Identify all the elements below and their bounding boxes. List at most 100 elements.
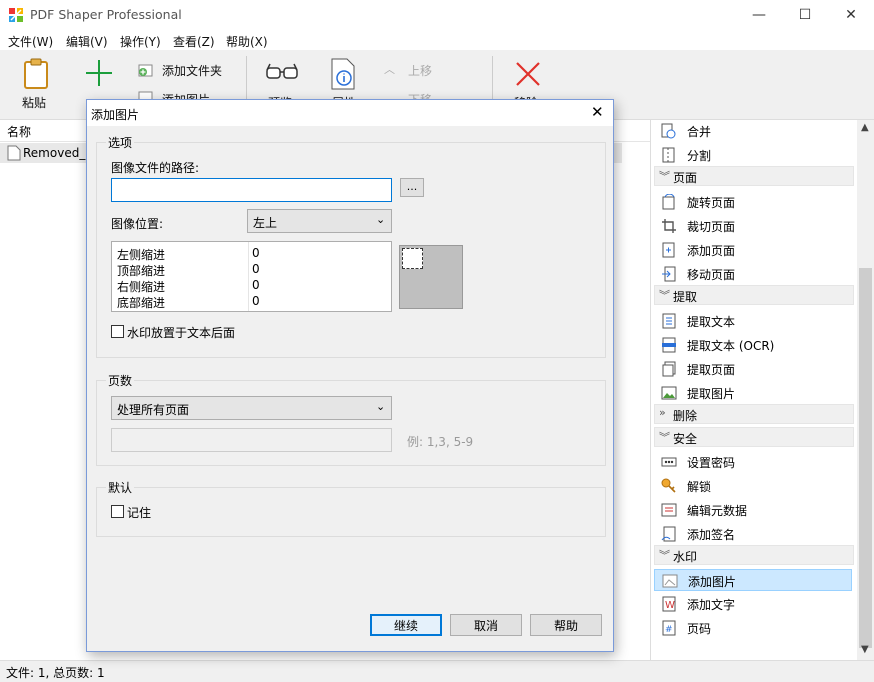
op-add-signature[interactable]: 添加签名: [651, 523, 856, 545]
op-move-page[interactable]: 移动页面: [651, 263, 856, 285]
watermark-image-icon: [662, 573, 678, 589]
remove-button[interactable]: 移除: [508, 58, 548, 100]
menu-help[interactable]: 帮助(X): [226, 33, 268, 50]
ocr-icon: [661, 337, 677, 353]
signature-icon: [661, 526, 677, 542]
op-merge[interactable]: 合并: [651, 120, 856, 142]
group-delete[interactable]: » 删除: [654, 404, 854, 424]
clipboard-icon: [22, 58, 50, 90]
image-path-input[interactable]: [111, 178, 392, 202]
continue-button[interactable]: 继续: [370, 614, 442, 636]
preview-button[interactable]: 预览: [262, 58, 302, 100]
page-range-example: 例: 1,3, 5-9: [407, 433, 473, 450]
scroll-down-icon[interactable]: ▼: [861, 644, 869, 655]
group-pages[interactable]: ︾ 页面: [654, 166, 854, 186]
defaults-group-title: 默认: [106, 479, 134, 496]
add-folder-button[interactable]: 添加文件夹: [138, 60, 234, 80]
behind-text-label: 水印放置于文本后面: [127, 324, 235, 341]
page-number-icon: #: [661, 620, 677, 636]
document-info-icon: [330, 58, 356, 90]
chevron-down-icon: ⌄: [376, 400, 385, 413]
properties-button[interactable]: 属性: [324, 56, 364, 100]
position-select[interactable]: 左上 ⌄: [247, 209, 392, 233]
move-up-button[interactable]: ︿ 上移: [384, 60, 444, 80]
margin-top-label: 顶部缩进: [117, 262, 165, 279]
menu-action[interactable]: 操作(Y): [120, 33, 161, 50]
operations-panel: 合并 分割 ︾ 页面 旋转页面 裁切页面 添加页面 移动页面 ︾ 提取 提取文本…: [650, 120, 857, 660]
op-watermark-text[interactable]: W 添加文字: [651, 593, 856, 615]
svg-text:W: W: [665, 600, 675, 611]
op-extract-page[interactable]: 提取页面: [651, 358, 856, 380]
behind-text-checkbox[interactable]: [111, 325, 124, 338]
margin-right-label: 右侧缩进: [117, 278, 165, 295]
op-extract-image[interactable]: 提取图片: [651, 382, 856, 404]
margin-bottom-value[interactable]: 0: [252, 294, 260, 308]
chevron-collapse-icon: ︾: [659, 287, 670, 303]
pages-group-title: 页数: [106, 372, 134, 389]
app-title: PDF Shaper Professional: [30, 7, 182, 22]
chevron-collapse-icon: ︾: [659, 429, 670, 445]
dialog-title-bar: 添加图片 ✕: [87, 100, 613, 126]
group-extract[interactable]: ︾ 提取: [654, 285, 854, 305]
op-rotate-page[interactable]: 旋转页面: [651, 191, 856, 213]
chevron-collapse-icon: ︾: [659, 168, 670, 184]
menu-file[interactable]: 文件(W): [8, 33, 53, 50]
op-add-page[interactable]: 添加页面: [651, 239, 856, 261]
app-logo-icon: [8, 7, 24, 23]
chevron-collapse-icon: ︾: [659, 547, 670, 563]
page-range-input[interactable]: [111, 428, 392, 452]
split-icon: [661, 147, 677, 163]
minimize-button[interactable]: —: [736, 0, 782, 30]
add-image-dialog: 添加图片 ✕ 选项 图像文件的路径: ... 图像位置: 左上 ⌄ 左侧缩进 0…: [86, 99, 614, 652]
column-name-header[interactable]: 名称: [7, 123, 31, 140]
op-unlock[interactable]: 解锁: [651, 475, 856, 497]
folder-plus-icon: [138, 62, 154, 78]
status-text: 文件: 1, 总页数: 1: [6, 664, 105, 681]
glasses-icon: [266, 62, 298, 84]
cancel-button[interactable]: 取消: [450, 614, 522, 636]
maximize-button[interactable]: ☐: [782, 0, 828, 30]
crop-page-icon: [661, 218, 677, 234]
password-icon: [661, 454, 677, 470]
chevron-up-icon: ︿: [384, 61, 395, 77]
key-icon: [661, 478, 677, 494]
remember-checkbox[interactable]: [111, 505, 124, 518]
op-set-password[interactable]: 设置密码: [651, 451, 856, 473]
op-split[interactable]: 分割: [651, 144, 856, 166]
group-security[interactable]: ︾ 安全: [654, 427, 854, 447]
move-page-icon: [661, 266, 677, 282]
margin-right-value[interactable]: 0: [252, 278, 260, 292]
menu-edit[interactable]: 编辑(V): [66, 33, 108, 50]
side-panel-scrollbar[interactable]: ▲ ▼: [857, 120, 874, 660]
scroll-up-icon[interactable]: ▲: [861, 122, 869, 133]
file-name: Removed_2: [23, 146, 93, 160]
red-x-icon: [514, 60, 542, 88]
paste-button[interactable]: 粘贴: [14, 56, 58, 112]
op-extract-text[interactable]: 提取文本: [651, 310, 856, 332]
image-path-label: 图像文件的路径:: [111, 159, 199, 176]
scrollbar-thumb[interactable]: [859, 268, 872, 648]
extract-image-icon: [661, 385, 677, 401]
group-watermark[interactable]: ︾ 水印: [654, 545, 854, 565]
margin-top-value[interactable]: 0: [252, 262, 260, 276]
op-crop-page[interactable]: 裁切页面: [651, 215, 856, 237]
margin-left-value[interactable]: 0: [252, 246, 260, 260]
margins-grid[interactable]: 左侧缩进 0 顶部缩进 0 右侧缩进 0 底部缩进 0: [111, 241, 392, 312]
op-extract-ocr[interactable]: 提取文本 (OCR): [651, 334, 856, 356]
op-page-number[interactable]: # 页码: [651, 617, 856, 639]
op-edit-metadata[interactable]: 编辑元数据: [651, 499, 856, 521]
pages-group: [96, 380, 606, 466]
extract-page-icon: [661, 361, 677, 377]
browse-button[interactable]: ...: [400, 178, 424, 197]
status-bar: 文件: 1, 总页数: 1: [0, 660, 874, 682]
add-page-icon: [661, 242, 677, 258]
merge-icon: [661, 123, 677, 139]
help-button[interactable]: 帮助: [530, 614, 602, 636]
close-window-button[interactable]: ✕: [828, 0, 874, 30]
position-preview: [399, 245, 463, 309]
pages-select[interactable]: 处理所有页面 ⌄: [111, 396, 392, 420]
menu-view[interactable]: 查看(Z): [173, 33, 215, 50]
op-watermark-image[interactable]: 添加图片: [654, 569, 852, 591]
svg-text:#: #: [665, 625, 673, 635]
dialog-close-icon[interactable]: ✕: [591, 103, 604, 121]
